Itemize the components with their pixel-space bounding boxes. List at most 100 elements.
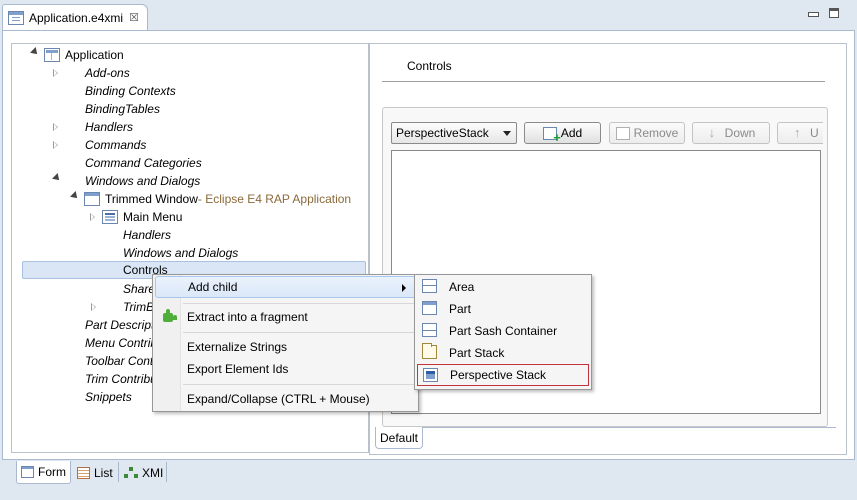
tab-list[interactable]: List	[73, 461, 117, 484]
part-sash-container-icon	[422, 323, 437, 337]
tree-item-addons[interactable]: Add-ons	[53, 64, 130, 82]
part-icon	[422, 301, 437, 315]
tree-item-label: Handlers	[85, 120, 134, 134]
tab-form-label: Form	[38, 465, 66, 479]
submenu-item-label: Area	[449, 280, 475, 294]
add-button-label: Add	[560, 126, 583, 140]
menu-icon	[102, 210, 118, 224]
context-menu: Add child Extract into a fragment Extern…	[152, 274, 419, 412]
submenu-item-label: Perspective Stack	[450, 368, 547, 382]
menu-separator	[183, 332, 416, 333]
menu-item-label: Add child	[188, 280, 238, 294]
minimize-icon[interactable]	[808, 8, 819, 18]
down-button-label: Down	[724, 126, 756, 140]
expanded-arrow-icon[interactable]	[30, 47, 40, 57]
add-icon	[542, 126, 561, 145]
puzzle-piece-icon	[161, 309, 175, 323]
down-button[interactable]: Down	[692, 122, 770, 144]
tree-item-window-handlers[interactable]: Handlers	[123, 226, 171, 244]
tree-item-handlers[interactable]: Handlers	[53, 118, 134, 136]
tree-item-commands[interactable]: Commands	[53, 136, 146, 154]
menu-item-expand-collapse[interactable]: Expand/Collapse (CTRL + Mouse)	[155, 388, 416, 410]
tree-item-application[interactable]: Application	[30, 46, 124, 64]
tab-divider	[118, 462, 119, 482]
submenu-item-perspective-stack[interactable]: Perspective Stack	[417, 364, 589, 386]
tree-item-label: Toolbar Contri	[85, 354, 160, 368]
add-button[interactable]: Add	[524, 122, 601, 145]
expanded-arrow-icon[interactable]	[52, 173, 62, 183]
tree-item-trimmed-window[interactable]: Trimmed Window - Eclipse E4 RAP Applicat…	[70, 190, 352, 208]
submenu-item-area[interactable]: Area	[417, 276, 589, 298]
chevron-down-icon	[503, 131, 511, 136]
tree-item-label: Handlers	[123, 228, 172, 242]
expanded-arrow-icon[interactable]	[70, 191, 80, 201]
menu-item-label: Extract into a fragment	[187, 310, 308, 324]
menu-separator	[183, 303, 416, 304]
tree-item-label: Add-ons	[85, 66, 130, 80]
tree-item-windows-and-dialogs[interactable]: Windows and Dialogs	[52, 172, 201, 190]
tree-item-command-categories[interactable]: Command Categories	[85, 154, 202, 172]
up-arrow-icon	[792, 125, 806, 140]
menu-item-externalize-strings[interactable]: Externalize Strings	[155, 336, 416, 358]
tree-item-label: Windows and Dialogs	[85, 174, 201, 188]
tree-item-snippets[interactable]: Snippets	[85, 388, 132, 406]
tree-item-window-windows-and-dialogs[interactable]: Windows and Dialogs	[123, 244, 238, 262]
perspective-stack-icon	[423, 368, 438, 382]
tree-item-label: Application	[65, 48, 124, 62]
tree-item-label: BindingTables	[85, 102, 160, 116]
tree-item-binding-contexts[interactable]: Binding Contexts	[85, 82, 176, 100]
menu-item-extract-fragment[interactable]: Extract into a fragment	[155, 306, 416, 328]
collapsed-arrow-icon[interactable]	[53, 141, 58, 149]
menu-item-add-child[interactable]: Add child	[155, 276, 416, 298]
up-button[interactable]: U	[777, 122, 823, 144]
menu-item-label: Export Element Ids	[187, 362, 289, 376]
editor: Application.e4xmi ☒ Application Add-ons …	[0, 0, 857, 500]
tab-form[interactable]: Form	[16, 461, 71, 484]
menu-item-label: Externalize Strings	[187, 340, 288, 354]
tree-item-description: - Eclipse E4 RAP Application	[197, 192, 352, 206]
editor-tab[interactable]: Application.e4xmi ☒	[2, 4, 148, 30]
menu-item-export-element-ids[interactable]: Export Element Ids	[155, 358, 416, 380]
remove-button-label: Remove	[633, 126, 679, 140]
xmi-tree-icon	[124, 466, 138, 479]
tab-divider	[422, 427, 836, 428]
form-icon	[21, 466, 34, 478]
tree-item-binding-tables[interactable]: BindingTables	[85, 100, 160, 118]
collapsed-arrow-icon[interactable]	[90, 213, 95, 221]
tab-default[interactable]: Default	[375, 427, 423, 449]
tree-item-label: Trimmed Window	[105, 192, 198, 206]
remove-button[interactable]: Remove	[609, 122, 685, 144]
element-type-combo[interactable]: PerspectiveStack	[391, 122, 517, 144]
editor-bottom-tabs: Form List XMI	[0, 460, 857, 490]
submenu-item-label: Part Sash Container	[449, 324, 558, 338]
submenu-item-label: Part	[449, 302, 472, 316]
submenu-item-part[interactable]: Part	[417, 298, 589, 320]
tree-item-trim-contributions[interactable]: Trim Contribu	[85, 370, 157, 388]
combo-value: PerspectiveStack	[396, 126, 489, 140]
tab-xmi-label: XMI	[142, 465, 164, 480]
collapsed-arrow-icon[interactable]	[53, 123, 58, 131]
maximize-icon[interactable]	[829, 8, 839, 18]
editor-tab-bar: Application.e4xmi ☒	[0, 0, 857, 32]
collapsed-arrow-icon[interactable]	[91, 303, 96, 311]
editor-tab-label: Application.e4xmi	[29, 10, 124, 25]
tree-item-label: Command Categories	[85, 156, 202, 170]
remove-icon	[615, 126, 630, 140]
tree-item-toolbar-contributions[interactable]: Toolbar Contri	[85, 352, 160, 370]
tree-item-main-menu[interactable]: Main Menu	[90, 208, 182, 226]
close-icon[interactable]: ☒	[129, 11, 139, 24]
area-icon	[422, 279, 437, 293]
submenu-item-part-sash-container[interactable]: Part Sash Container	[417, 320, 589, 342]
tab-divider	[166, 462, 167, 482]
menu-item-label: Expand/Collapse (CTRL + Mouse)	[187, 392, 370, 406]
submenu-item-label: Part Stack	[449, 346, 505, 360]
title-separator	[382, 81, 825, 82]
details-pane: Controls PerspectiveStack Add Remove Do	[369, 43, 847, 455]
up-button-label: U	[810, 126, 819, 140]
tab-xmi[interactable]: XMI	[120, 461, 167, 484]
collapsed-arrow-icon[interactable]	[53, 69, 58, 77]
tree-item-part-descriptors[interactable]: Part Descripto	[85, 316, 161, 334]
submenu-item-part-stack[interactable]: Part Stack	[417, 342, 589, 364]
list-icon	[77, 466, 90, 479]
menu-separator	[183, 384, 416, 385]
